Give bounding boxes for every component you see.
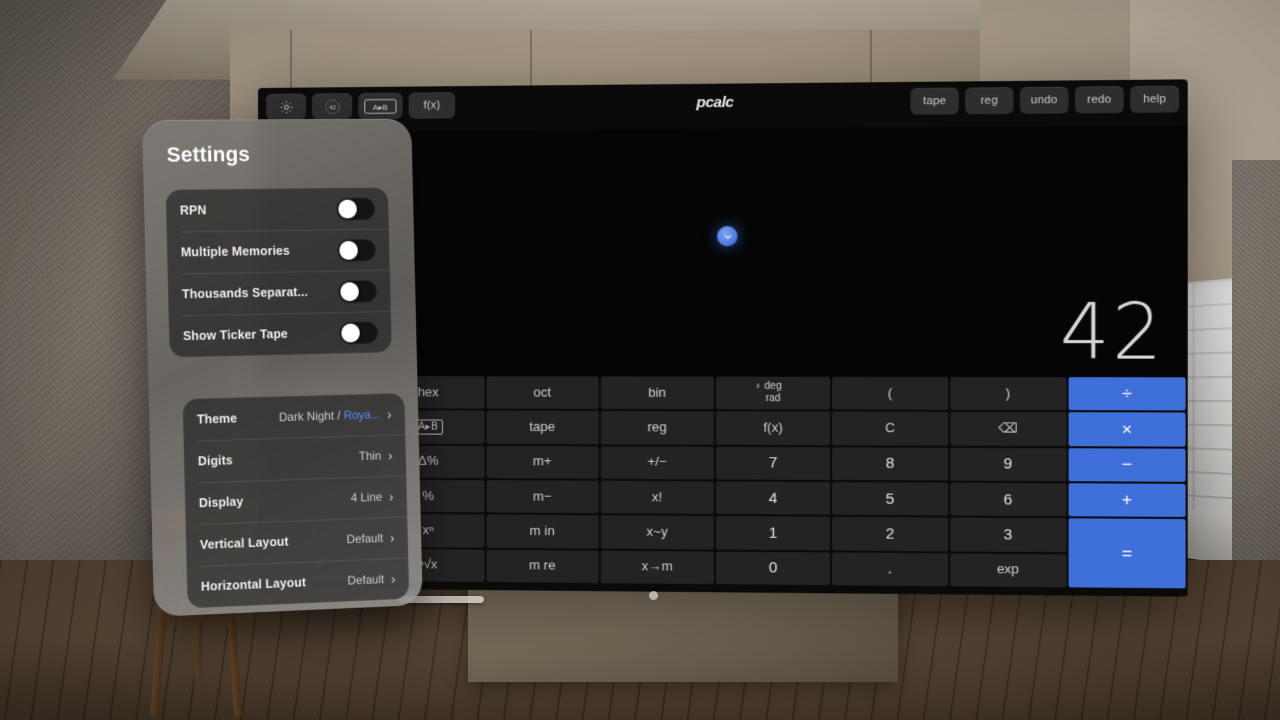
window-close-dot[interactable] — [649, 591, 658, 600]
key-xy[interactable]: x~y — [600, 515, 714, 550]
chevron-right-icon[interactable]: › — [391, 571, 396, 587]
settings-row-toggle[interactable]: Show Ticker Tape — [169, 311, 392, 357]
settings-row-right: Thin › — [358, 447, 393, 464]
toggle-switch[interactable] — [338, 279, 378, 303]
settings-row-right: Default › — [346, 530, 395, 547]
settings-panel[interactable]: Settings RPN Multiple Memories Thousands S… — [141, 118, 423, 617]
key-[interactable]: × — [1068, 412, 1186, 447]
chevron-right-icon[interactable]: › — [387, 406, 392, 422]
key-3[interactable]: 3 — [949, 517, 1067, 552]
key-5[interactable]: 5 — [832, 482, 948, 516]
key-bin[interactable]: bin — [600, 376, 714, 410]
key-[interactable]: +/− — [600, 446, 714, 480]
settings-row-label: Vertical Layout — [199, 534, 289, 553]
key-[interactable]: . — [832, 552, 948, 587]
key-oct[interactable]: oct — [486, 376, 599, 410]
key-c[interactable]: C — [832, 411, 948, 446]
settings-option-group: Theme Dark Night / Roya... › Digits Thin › Dis… — [182, 393, 410, 609]
toggle-switch[interactable] — [336, 196, 376, 221]
display-value: 42 — [1059, 288, 1165, 378]
settings-row-value-accent: Roya... — [343, 407, 381, 423]
settings-row-value: Thin — [358, 448, 382, 464]
key-mre[interactable]: m re — [486, 549, 599, 584]
key-7[interactable]: 7 — [715, 446, 831, 480]
settings-row-right: Dark Night / Roya... › — [278, 406, 392, 425]
settings-toggle-group: RPN Multiple Memories Thousands Separat...… — [165, 187, 392, 358]
settings-row-label: Thousands Separat... — [181, 285, 309, 302]
settings-row-value: Default — [346, 531, 384, 547]
settings-row-toggle[interactable]: RPN — [166, 187, 389, 231]
toggle-knob — [341, 322, 360, 343]
key-reg[interactable]: reg — [600, 411, 714, 445]
key-[interactable]: ( — [832, 376, 948, 411]
settings-row-value: Default — [347, 572, 385, 588]
toggle-switch[interactable] — [337, 238, 377, 262]
key-[interactable]: = — [1068, 518, 1186, 589]
toggle-knob — [338, 199, 357, 219]
key-4[interactable]: 4 — [715, 481, 831, 516]
key-x[interactable]: x! — [600, 480, 714, 515]
key-degrad[interactable]: degrad — [715, 376, 831, 410]
key-[interactable]: ⌫ — [949, 412, 1067, 446]
key-m[interactable]: m+ — [486, 445, 599, 479]
settings-row-label: Horizontal Layout — [200, 575, 307, 594]
settings-row-label: Digits — [197, 453, 233, 469]
settings-row-value: Dark Night / Roya... — [278, 407, 381, 425]
settings-row-option[interactable]: Theme Dark Night / Roya... › — [183, 393, 406, 441]
key-[interactable]: ) — [949, 376, 1067, 411]
settings-row-value: 4 Line — [350, 489, 383, 505]
settings-row-label: RPN — [179, 203, 207, 218]
settings-row-right: 4 Line › — [350, 489, 394, 505]
settings-row-label: Display — [198, 494, 244, 511]
key-[interactable]: − — [1068, 447, 1186, 482]
chevron-down-icon[interactable] — [717, 226, 738, 247]
key-exp[interactable]: exp — [949, 553, 1067, 588]
chevron-right-icon[interactable]: › — [388, 447, 393, 463]
key-[interactable]: ÷ — [1068, 377, 1186, 411]
key-fx[interactable]: f(x) — [715, 411, 831, 445]
key-min[interactable]: m in — [486, 514, 599, 549]
settings-row-right: Default › — [347, 571, 396, 588]
key-2[interactable]: 2 — [832, 517, 948, 551]
key-xm[interactable]: x→m — [600, 550, 714, 585]
key-[interactable]: + — [1068, 483, 1186, 518]
key-6[interactable]: 6 — [949, 482, 1067, 517]
settings-row-toggle[interactable]: Thousands Separat... — [168, 270, 391, 316]
key-0[interactable]: 0 — [715, 551, 831, 586]
settings-row-option[interactable]: Horizontal Layout Default › — [187, 558, 410, 609]
chevron-right-icon[interactable]: › — [390, 530, 395, 546]
key-9[interactable]: 9 — [949, 447, 1067, 482]
toggle-knob — [340, 281, 359, 301]
key-8[interactable]: 8 — [832, 446, 948, 481]
toggle-knob — [339, 240, 358, 260]
stool-rung — [159, 614, 235, 622]
settings-row-label: Show Ticker Tape — [182, 326, 288, 344]
chevron-right-icon[interactable]: › — [389, 489, 394, 505]
settings-row-label: Multiple Memories — [180, 243, 290, 260]
key-1[interactable]: 1 — [715, 516, 831, 551]
key-m[interactable]: m− — [486, 480, 599, 514]
toggle-switch[interactable] — [339, 320, 379, 345]
key-tape[interactable]: tape — [486, 410, 599, 444]
settings-row-toggle[interactable]: Multiple Memories — [167, 229, 390, 274]
settings-title: Settings — [166, 143, 251, 167]
settings-row-label: Theme — [196, 411, 238, 427]
